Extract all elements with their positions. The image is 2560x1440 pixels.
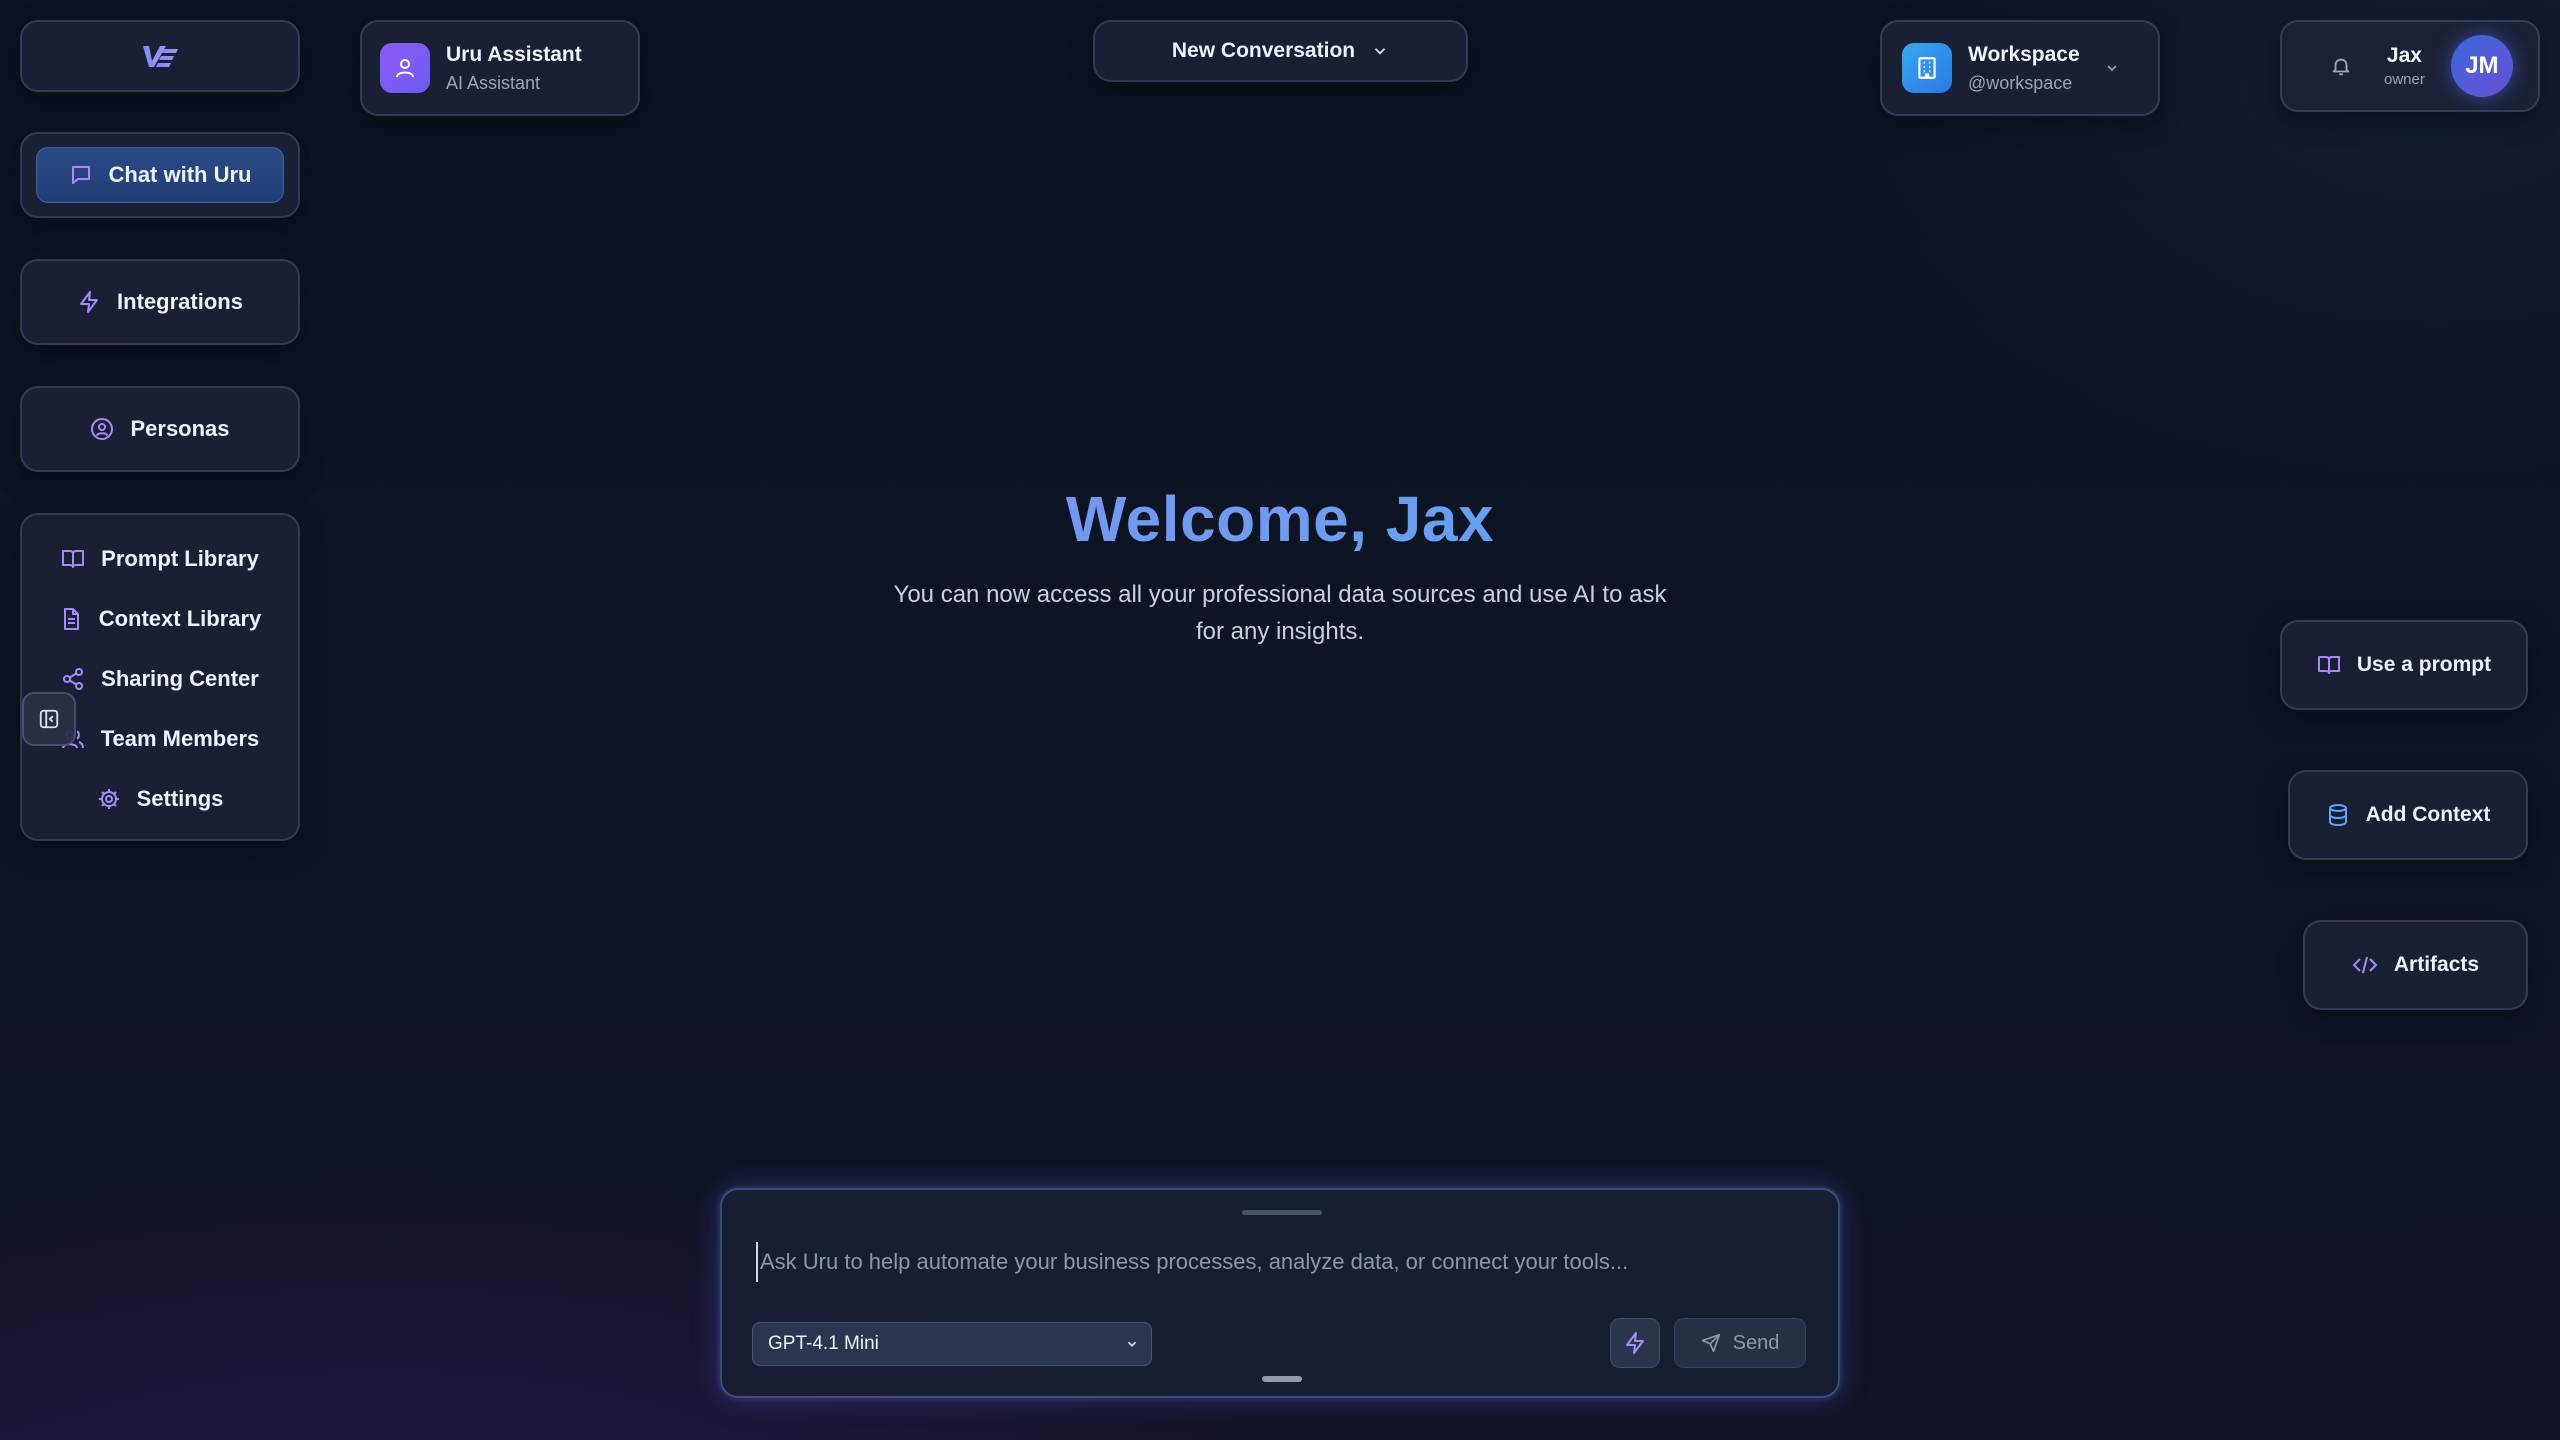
artifacts-label: Artifacts (2393, 953, 2480, 976)
nav-chat-label: Chat with Uru (108, 162, 252, 187)
send-icon (1701, 1333, 1721, 1353)
nav-integrations[interactable]: Integrations (20, 259, 300, 345)
book-icon (2317, 653, 2341, 677)
sidebar-item-label: Sharing Center (101, 666, 259, 691)
bolt-icon (77, 290, 101, 314)
code-icon (2352, 953, 2378, 977)
conversation-label: New Conversation (1171, 39, 1356, 62)
chevron-down-icon (2104, 60, 2120, 76)
nav-personas[interactable]: Personas (20, 386, 300, 472)
sidebar-library-menu: Prompt Library Context Library Sharing C… (20, 513, 300, 841)
assistant-avatar (380, 43, 430, 93)
workspace-handle: @workspace (1968, 72, 2073, 93)
add-context-button[interactable]: Add Context (2288, 770, 2528, 860)
workspace-switcher[interactable]: Workspace @workspace (1880, 20, 2160, 116)
send-label: Send (1732, 1331, 1780, 1354)
message-composer: GPT-4.1 Mini Send (720, 1188, 1840, 1398)
sidebar-item-settings[interactable]: Settings (22, 769, 298, 829)
workspace-avatar (1902, 43, 1952, 93)
use-prompt-button[interactable]: Use a prompt (2280, 620, 2528, 710)
database-icon (2326, 803, 2350, 827)
prompt-input[interactable] (756, 1242, 1796, 1282)
sidebar-item-label: Settings (136, 786, 224, 811)
sidebar-item-label: Team Members (100, 726, 260, 751)
chevron-down-icon (1125, 1337, 1139, 1351)
quick-actions-button[interactable] (1610, 1318, 1660, 1368)
sidebar-item-label: Context Library (98, 606, 262, 631)
uru-logo-icon (140, 41, 180, 71)
user-role: owner (2384, 71, 2425, 88)
collapse-sidebar-button[interactable] (22, 692, 76, 746)
nav-integrations-label: Integrations (117, 289, 243, 314)
conversation-dropdown[interactable]: New Conversation (1093, 20, 1468, 82)
logo-button[interactable] (20, 20, 300, 92)
user-icon (393, 56, 417, 80)
send-button[interactable]: Send (1674, 1318, 1806, 1368)
assistant-selector[interactable]: Uru Assistant AI Assistant (360, 20, 640, 116)
welcome-subtitle: You can now access all your professional… (893, 581, 1667, 645)
use-prompt-label: Use a prompt (2356, 653, 2492, 676)
gear-icon (97, 787, 121, 811)
resize-handle[interactable] (1242, 1210, 1322, 1215)
assistant-name: Uru Assistant (446, 42, 582, 66)
document-icon (59, 607, 83, 631)
user-name: Jax (2386, 44, 2422, 67)
model-select-value: GPT-4.1 Mini (768, 1333, 879, 1354)
share-icon (61, 667, 85, 691)
artifacts-button[interactable]: Artifacts (2303, 920, 2528, 1010)
scroll-indicator (1262, 1376, 1302, 1382)
welcome-title: Welcome, Jax (0, 482, 2560, 556)
assistant-subtitle: AI Assistant (446, 72, 541, 93)
workspace-name: Workspace (1968, 42, 2080, 66)
building-icon (1914, 55, 1940, 81)
user-circle-icon (90, 417, 114, 441)
nav-chat-container: Chat with Uru (20, 132, 300, 218)
nav-personas-label: Personas (130, 416, 230, 441)
sidebar-collapse-icon (38, 708, 60, 730)
add-context-label: Add Context (2365, 803, 2491, 826)
bolt-icon (1623, 1331, 1647, 1355)
avatar[interactable]: JM (2450, 35, 2513, 97)
sidebar-item-context-library[interactable]: Context Library (22, 589, 298, 649)
chevron-down-icon (1371, 42, 1389, 60)
chat-bubble-icon (69, 163, 93, 187)
bell-icon[interactable] (2330, 55, 2352, 77)
model-select[interactable]: GPT-4.1 Mini (752, 1322, 1152, 1366)
user-menu: Jax owner JM (2280, 20, 2540, 112)
nav-chat-with-uru[interactable]: Chat with Uru (36, 147, 284, 203)
